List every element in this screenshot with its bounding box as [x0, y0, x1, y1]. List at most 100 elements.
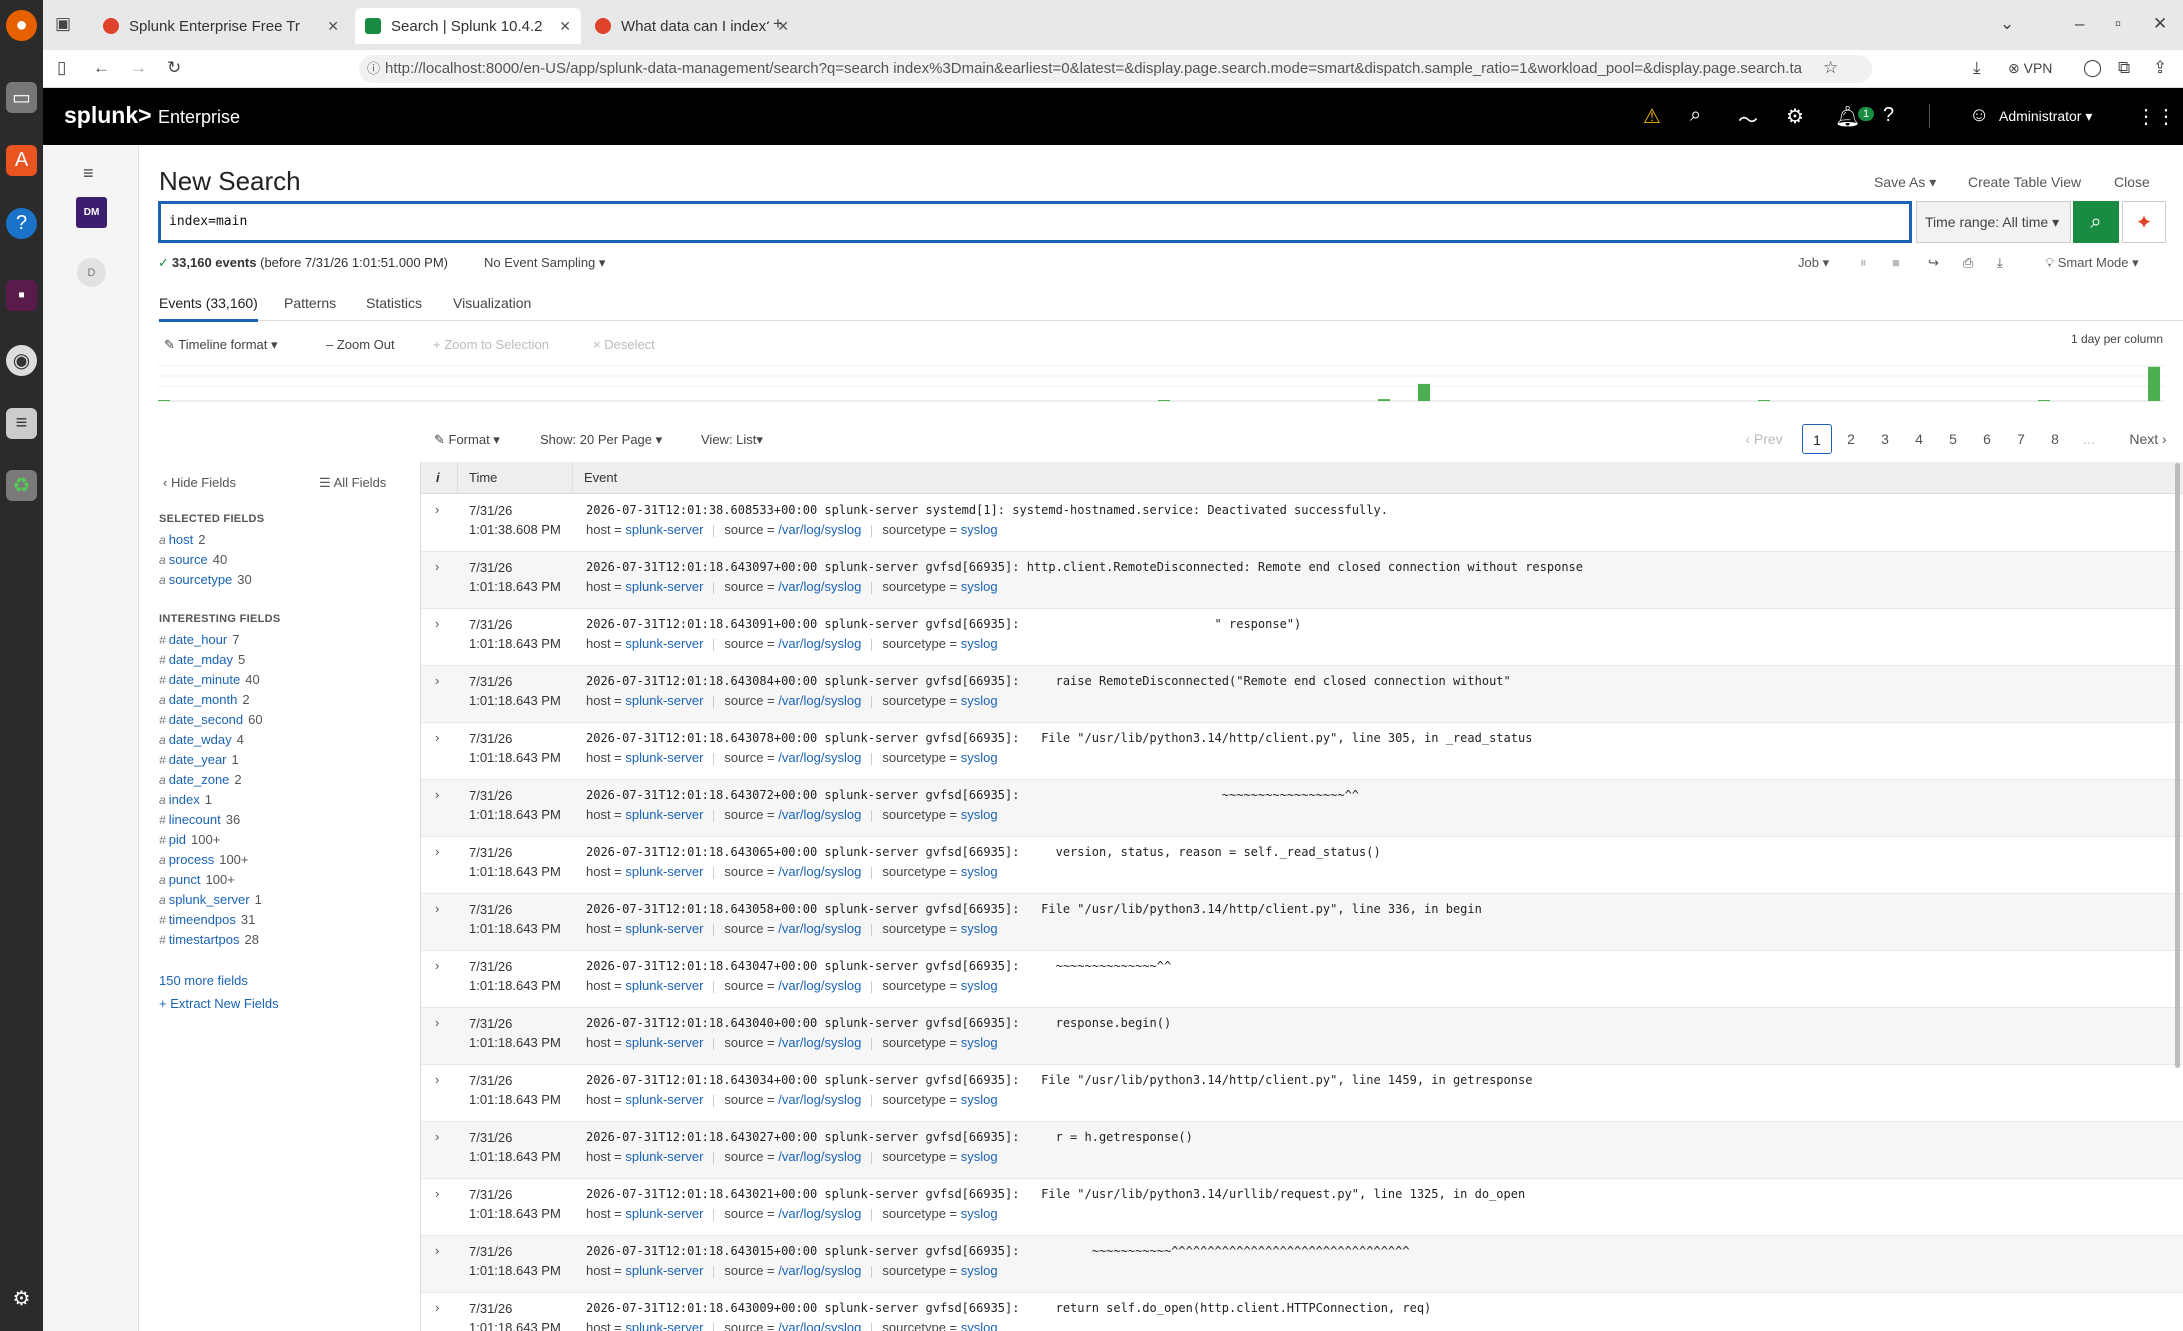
- sourcetype-value-link[interactable]: syslog: [961, 1092, 998, 1107]
- sourcetype-value-link[interactable]: syslog: [961, 522, 998, 537]
- source-value-link[interactable]: /var/log/syslog: [778, 1320, 861, 1331]
- event-timeline-chart[interactable]: [158, 362, 2164, 402]
- reload-icon[interactable]: ↻: [167, 58, 181, 78]
- prev-page-button[interactable]: ‹ Prev: [1734, 424, 1794, 454]
- sourcetype-value-link[interactable]: syslog: [961, 636, 998, 651]
- expand-chevron-icon[interactable]: ›: [435, 1243, 439, 1258]
- source-value-link[interactable]: /var/log/syslog: [778, 807, 861, 822]
- print-icon[interactable]: ⎙: [1963, 255, 1973, 271]
- zoom-to-selection-button[interactable]: + Zoom to Selection: [433, 337, 549, 352]
- sourcetype-value-link[interactable]: syslog: [961, 1206, 998, 1221]
- source-value-link[interactable]: /var/log/syslog: [778, 579, 861, 594]
- source-value-link[interactable]: /var/log/syslog: [778, 921, 861, 936]
- timeline-format-dropdown[interactable]: ✎ Timeline format ▾: [164, 337, 278, 353]
- account-icon[interactable]: ◯: [2083, 58, 2102, 78]
- close-tab-icon[interactable]: ✕: [559, 18, 571, 35]
- source-value-link[interactable]: /var/log/syslog: [778, 522, 861, 537]
- tab-events[interactable]: Events (33,160): [159, 295, 258, 322]
- warning-icon[interactable]: ⚠: [1643, 104, 1661, 129]
- interesting-field-date-year[interactable]: # date_year 1: [159, 752, 239, 767]
- ai-assistant-button[interactable]: ✦: [2122, 201, 2166, 243]
- browser-tab-search[interactable]: Search | Splunk 10.4.2 ✕: [355, 8, 581, 44]
- browser-tab-splunk-free[interactable]: Splunk Enterprise Free Tr ✕: [93, 8, 349, 44]
- user-icon[interactable]: ☺: [1969, 104, 1989, 127]
- app-grid-icon[interactable]: ⋮⋮: [2136, 104, 2176, 129]
- activity-icon[interactable]: 〜: [1738, 104, 1758, 133]
- view-dropdown[interactable]: View: List▾: [701, 432, 763, 448]
- interesting-field-date-zone[interactable]: a date_zone 2: [159, 772, 242, 787]
- expand-chevron-icon[interactable]: ›: [435, 730, 439, 745]
- sourcetype-value-link[interactable]: syslog: [961, 579, 998, 594]
- host-value-link[interactable]: splunk-server: [625, 1092, 703, 1107]
- show-apps-icon[interactable]: ⚙: [6, 1283, 37, 1314]
- forward-icon[interactable]: →: [130, 58, 147, 78]
- disc-icon[interactable]: ◉: [6, 345, 37, 376]
- timeline-bar[interactable]: [1418, 383, 1430, 401]
- interesting-field-date-hour[interactable]: # date_hour 7: [159, 632, 239, 647]
- next-page-button[interactable]: Next ›: [2118, 424, 2178, 454]
- all-fields-button[interactable]: ☰ All Fields: [319, 475, 386, 491]
- interesting-field-timestartpos[interactable]: # timestartpos 28: [159, 932, 259, 947]
- more-fields-link[interactable]: 150 more fields: [159, 973, 248, 988]
- search-mode-dropdown[interactable]: 💡︎ Smart Mode ▾: [2045, 255, 2139, 271]
- sourcetype-value-link[interactable]: syslog: [961, 807, 998, 822]
- timeline-bar[interactable]: [1378, 399, 1390, 401]
- expand-chevron-icon[interactable]: ›: [435, 958, 439, 973]
- terminal-icon[interactable]: ▪: [6, 280, 37, 311]
- host-value-link[interactable]: splunk-server: [625, 636, 703, 651]
- expand-chevron-icon[interactable]: ›: [435, 616, 439, 631]
- extensions-icon[interactable]: ⧉: [2118, 58, 2130, 78]
- site-info-icon[interactable]: ⓘ: [367, 55, 380, 83]
- save-as-button[interactable]: Save As ▾: [1874, 174, 1936, 191]
- host-value-link[interactable]: splunk-server: [625, 1035, 703, 1050]
- app-data-management[interactable]: DM: [76, 197, 107, 228]
- new-tab-icon[interactable]: +: [773, 14, 783, 34]
- minimize-icon[interactable]: –: [2075, 14, 2084, 34]
- interesting-field-date-month[interactable]: a date_month 2: [159, 692, 250, 707]
- extract-new-fields-link[interactable]: + Extract New Fields: [159, 996, 279, 1011]
- sourcetype-value-link[interactable]: syslog: [961, 693, 998, 708]
- source-value-link[interactable]: /var/log/syslog: [778, 1092, 861, 1107]
- timeline-bar[interactable]: [1758, 400, 1770, 401]
- expand-chevron-icon[interactable]: ›: [435, 1300, 439, 1315]
- tab-patterns[interactable]: Patterns: [284, 295, 336, 311]
- expand-chevron-icon[interactable]: ›: [435, 559, 439, 574]
- sourcetype-value-link[interactable]: syslog: [961, 750, 998, 765]
- source-value-link[interactable]: /var/log/syslog: [778, 1206, 861, 1221]
- selected-field-source[interactable]: a source 40: [159, 552, 227, 567]
- hamburger-menu-icon[interactable]: ≡: [83, 163, 94, 184]
- host-value-link[interactable]: splunk-server: [625, 522, 703, 537]
- close-button[interactable]: Close: [2114, 174, 2150, 190]
- expand-chevron-icon[interactable]: ›: [435, 1072, 439, 1087]
- source-value-link[interactable]: /var/log/syslog: [778, 864, 861, 879]
- timeline-bar[interactable]: [2038, 400, 2050, 401]
- stop-icon[interactable]: ■: [1892, 255, 1900, 270]
- page-3[interactable]: 3: [1870, 424, 1900, 454]
- page-7[interactable]: 7: [2006, 424, 2036, 454]
- share-job-icon[interactable]: ↪: [1928, 255, 1939, 271]
- help-icon[interactable]: ?: [1883, 104, 1894, 127]
- timeline-bar[interactable]: [158, 400, 170, 401]
- host-value-link[interactable]: splunk-server: [625, 750, 703, 765]
- host-value-link[interactable]: splunk-server: [625, 1263, 703, 1278]
- search-icon[interactable]: ⌕: [1690, 104, 1701, 127]
- pause-icon[interactable]: ⏸: [1860, 255, 1867, 271]
- page-5[interactable]: 5: [1938, 424, 1968, 454]
- export-icon[interactable]: ⤓: [1997, 255, 2003, 271]
- interesting-field-date-wday[interactable]: a date_wday 4: [159, 732, 244, 747]
- source-value-link[interactable]: /var/log/syslog: [778, 693, 861, 708]
- vpn-button[interactable]: ⊗ VPN: [2008, 60, 2052, 77]
- files-icon[interactable]: ▭: [6, 82, 37, 113]
- time-range-picker[interactable]: Time range: All time ▾: [1916, 201, 2071, 243]
- page-4[interactable]: 4: [1904, 424, 1934, 454]
- search-input[interactable]: index=main: [158, 201, 1912, 243]
- downloads-icon[interactable]: ⤓: [1973, 58, 1981, 78]
- job-menu[interactable]: Job ▾: [1798, 255, 1829, 271]
- sourcetype-value-link[interactable]: syslog: [961, 1149, 998, 1164]
- interesting-field-splunk-server[interactable]: a splunk_server 1: [159, 892, 262, 907]
- host-value-link[interactable]: splunk-server: [625, 1320, 703, 1331]
- selected-field-sourcetype[interactable]: a sourcetype 30: [159, 572, 252, 587]
- time-column-header[interactable]: Time: [469, 470, 497, 485]
- per-page-dropdown[interactable]: Show: 20 Per Page ▾: [540, 432, 662, 448]
- host-value-link[interactable]: splunk-server: [625, 978, 703, 993]
